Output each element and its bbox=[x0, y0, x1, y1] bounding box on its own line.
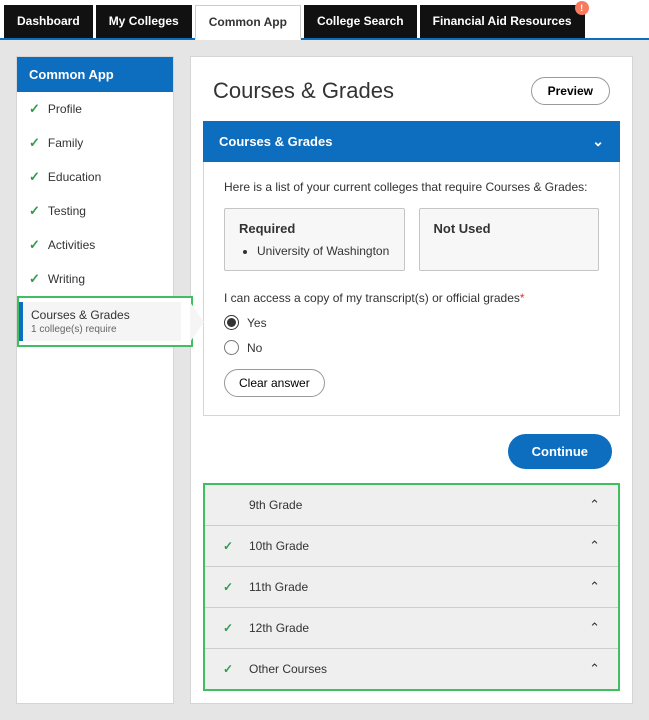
accordion-label: 12th Grade bbox=[249, 621, 589, 635]
sidebar-selected-sub: 1 college(s) require bbox=[31, 324, 173, 335]
tab-my-colleges[interactable]: My Colleges bbox=[96, 5, 192, 38]
sidebar-item-profile[interactable]: ✓ Profile bbox=[17, 92, 173, 126]
accordion-label: 11th Grade bbox=[249, 580, 589, 594]
sidebar-item-label: Testing bbox=[48, 204, 86, 218]
sidebar-item-family[interactable]: ✓ Family bbox=[17, 126, 173, 160]
check-icon: ✓ bbox=[29, 101, 40, 117]
check-icon: ✓ bbox=[29, 135, 40, 151]
accordion-label: 9th Grade bbox=[249, 498, 589, 512]
notused-label: Not Used bbox=[434, 221, 585, 236]
sidebar-item-activities[interactable]: ✓ Activities bbox=[17, 228, 173, 262]
accordion-item-other[interactable]: ✓ Other Courses ⌃ bbox=[205, 649, 618, 689]
section-header[interactable]: Courses & Grades ⌄ bbox=[203, 121, 620, 162]
tab-financial-aid-label: Financial Aid Resources bbox=[433, 14, 572, 28]
check-icon: ✓ bbox=[29, 203, 40, 219]
sidebar-item-label: Family bbox=[48, 136, 83, 150]
chevron-down-icon: ⌄ bbox=[592, 133, 604, 150]
top-tabs: Dashboard My Colleges Common App College… bbox=[0, 0, 649, 40]
check-icon: ✓ bbox=[29, 237, 40, 253]
chevron-up-icon: ⌃ bbox=[589, 661, 600, 677]
radio-no[interactable]: No bbox=[224, 340, 599, 355]
chevron-up-icon: ⌃ bbox=[589, 538, 600, 554]
radio-yes-label: Yes bbox=[247, 316, 267, 330]
accordion-item-9th[interactable]: 9th Grade ⌃ bbox=[205, 485, 618, 526]
grades-accordion: 9th Grade ⌃ ✓ 10th Grade ⌃ ✓ 11th Grade … bbox=[203, 483, 620, 691]
check-icon: ✓ bbox=[223, 662, 237, 676]
tab-common-app[interactable]: Common App bbox=[195, 5, 301, 40]
sidebar-item-label: Profile bbox=[48, 102, 82, 116]
check-icon: ✓ bbox=[223, 621, 237, 635]
sidebar-header: Common App bbox=[17, 57, 173, 92]
accordion-label: Other Courses bbox=[249, 662, 589, 676]
sidebar-item-writing[interactable]: ✓ Writing bbox=[17, 262, 173, 296]
chevron-up-icon: ⌃ bbox=[589, 497, 600, 513]
notused-box: Not Used bbox=[419, 208, 600, 271]
accordion-label: 10th Grade bbox=[249, 539, 589, 553]
sidebar-item-label: Activities bbox=[48, 238, 95, 252]
main-panel: Courses & Grades Preview Courses & Grade… bbox=[190, 56, 633, 704]
required-box: Required University of Washington bbox=[224, 208, 405, 271]
transcript-question: I can access a copy of my transcript(s) … bbox=[224, 291, 599, 305]
intro-text: Here is a list of your current colleges … bbox=[224, 180, 599, 194]
sidebar-item-education[interactable]: ✓ Education bbox=[17, 160, 173, 194]
accordion-item-12th[interactable]: ✓ 12th Grade ⌃ bbox=[205, 608, 618, 649]
section-title: Courses & Grades bbox=[219, 134, 332, 149]
tab-college-search[interactable]: College Search bbox=[304, 5, 417, 38]
radio-no-label: No bbox=[247, 341, 262, 355]
check-icon: ✓ bbox=[223, 580, 237, 594]
continue-button[interactable]: Continue bbox=[508, 434, 612, 469]
check-icon: ✓ bbox=[29, 271, 40, 287]
required-label: Required bbox=[239, 221, 390, 236]
tab-financial-aid[interactable]: Financial Aid Resources bbox=[420, 5, 585, 38]
radio-yes[interactable]: Yes bbox=[224, 315, 599, 330]
sidebar-selected-title: Courses & Grades bbox=[31, 308, 173, 322]
page-title: Courses & Grades bbox=[213, 78, 394, 104]
preview-button[interactable]: Preview bbox=[531, 77, 610, 105]
check-icon: ✓ bbox=[29, 169, 40, 185]
sidebar-item-testing[interactable]: ✓ Testing bbox=[17, 194, 173, 228]
clear-answer-button[interactable]: Clear answer bbox=[224, 369, 325, 397]
radio-yes-input[interactable] bbox=[224, 315, 239, 330]
sidebar-item-label: Writing bbox=[48, 272, 85, 286]
sidebar-item-label: Education bbox=[48, 170, 101, 184]
chevron-up-icon: ⌃ bbox=[589, 579, 600, 595]
sidebar: Common App ✓ Profile ✓ Family ✓ Education ✓… bbox=[16, 56, 174, 704]
radio-no-input[interactable] bbox=[224, 340, 239, 355]
required-college: University of Washington bbox=[257, 244, 390, 258]
tab-dashboard[interactable]: Dashboard bbox=[4, 5, 93, 38]
alert-badge-icon bbox=[575, 1, 589, 15]
chevron-up-icon: ⌃ bbox=[589, 620, 600, 636]
accordion-item-10th[interactable]: ✓ 10th Grade ⌃ bbox=[205, 526, 618, 567]
accordion-item-11th[interactable]: ✓ 11th Grade ⌃ bbox=[205, 567, 618, 608]
check-icon: ✓ bbox=[223, 539, 237, 553]
sidebar-item-courses-grades[interactable]: Courses & Grades 1 college(s) require bbox=[17, 296, 193, 347]
